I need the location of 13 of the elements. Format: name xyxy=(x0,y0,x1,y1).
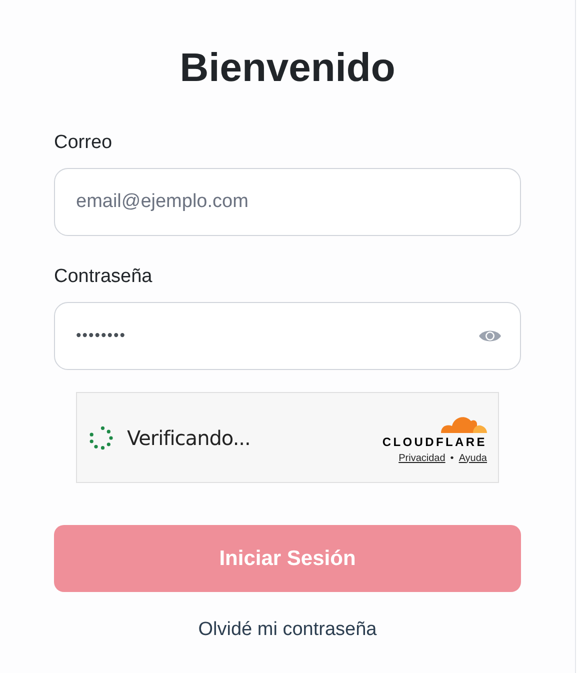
captcha-status: Verificando... xyxy=(127,424,250,452)
password-field[interactable]: •••••••• xyxy=(54,302,521,370)
cloudflare-wordmark: CLOUDFLARE xyxy=(382,434,487,448)
forgot-password-link[interactable]: Olvidé mi contraseña xyxy=(198,616,377,644)
email-field[interactable]: email@ejemplo.com xyxy=(54,168,521,236)
password-label: Contraseña xyxy=(54,265,152,289)
page-title: Bienvenido xyxy=(180,45,396,92)
spinner-icon xyxy=(89,426,113,450)
help-link[interactable]: Ayuda xyxy=(458,452,487,464)
email-label: Correo xyxy=(54,131,112,155)
privacy-link[interactable]: Privacidad xyxy=(398,452,446,464)
eye-icon[interactable] xyxy=(478,328,502,344)
separator-dot: • xyxy=(450,452,454,464)
